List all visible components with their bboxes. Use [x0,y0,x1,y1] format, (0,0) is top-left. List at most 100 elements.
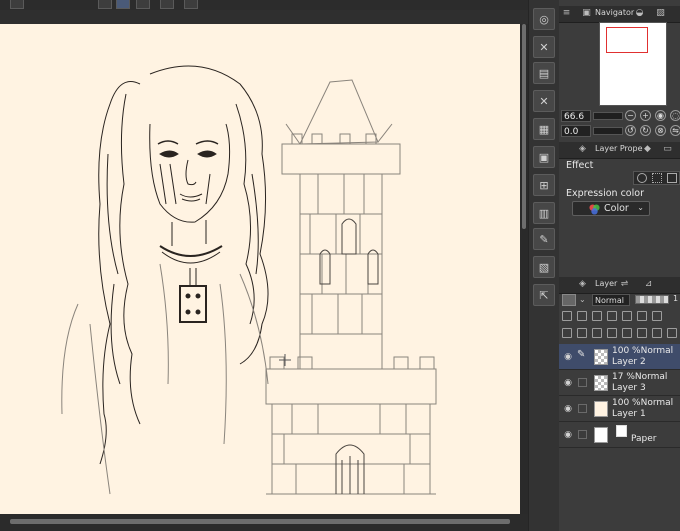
navigator-preview[interactable] [599,22,667,106]
layer-thumbnail [594,349,608,365]
draft-icon[interactable] [592,311,602,321]
tab-option-icon-2[interactable]: ▭ [662,144,673,155]
layer-color-effect-icon[interactable] [667,173,677,183]
copy-icon[interactable]: ▥ [533,202,555,224]
zoom-in-icon[interactable]: + [640,110,651,121]
opacity-value[interactable]: 1 [673,294,678,303]
close-file-icon[interactable]: ✕ [533,36,555,58]
rotation-reset-icon[interactable]: ⊗ [655,125,666,136]
new-raster-layer-icon[interactable] [577,328,587,338]
transform-icon[interactable] [10,0,24,9]
command-bar: ◎ ✕ ▤ ✕ ▦ ▣ ⊞ ▥ ✎ ▧ ⇱ [528,0,559,531]
top-toolbar [0,0,528,10]
ruler-layer-icon[interactable] [652,311,662,321]
effect-buttons [633,171,680,185]
opacity-slider[interactable] [635,295,669,304]
rotate-right-icon[interactable]: ↻ [640,125,651,136]
expression-color-select[interactable]: Color ⌄ [572,201,650,216]
zoom-field[interactable]: 66.6 [561,110,591,122]
layer-info: 100 %Normal Layer 2 [612,346,673,367]
merge-down-icon[interactable] [622,328,632,338]
layer-opacity-blend: 100 %Normal [612,346,674,356]
drawing-canvas[interactable] [0,24,520,514]
page-icon[interactable] [160,0,174,9]
tab-option-icon-4[interactable]: ⊿ [643,279,654,290]
canvas-tab-strip [0,10,528,24]
layer-row-paper[interactable]: ◉ Paper [559,422,680,448]
navigator-tab[interactable]: ≡ ▣ Navigator ◒ ▨ [559,6,680,23]
transform-layer-icon[interactable]: ⊞ [533,174,555,196]
ruler-icon[interactable] [98,0,112,9]
reference-icon[interactable] [577,311,587,321]
eye-icon[interactable]: ◉ [563,378,573,388]
layer-color-thumb[interactable] [562,294,576,306]
paper-layer-icon [616,425,627,437]
chevron-down-icon: ⌄ [637,203,644,212]
layer-property-tab[interactable]: ◈ Layer Prope ◆ ▭ [559,142,680,159]
border-effect-icon[interactable] [637,173,647,183]
tone-effect-icon[interactable] [652,173,662,183]
layer-row-layer-1[interactable]: ◉ 100 %Normal Layer 1 [559,396,680,422]
panel-option-icon-2[interactable]: ▨ [655,8,666,19]
menu-icon[interactable]: ≡ [561,8,572,19]
search-icon[interactable]: ◎ [533,8,555,30]
layer-tools-row-1 [562,311,677,324]
add-mask-icon[interactable] [637,328,647,338]
eye-icon[interactable]: ◉ [563,404,573,414]
layer-info: 100 %Normal Layer 1 [612,398,673,419]
save-icon[interactable]: ▤ [533,62,555,84]
rotation-field[interactable]: 0.0 [561,125,591,137]
zoom-fit-icon[interactable]: ◉ [655,110,666,121]
horizontal-scroll-thumb[interactable] [10,519,510,524]
speech-bubble-icon[interactable] [184,0,198,9]
layer-tools-row-2 [562,328,677,341]
layer-row-layer-2[interactable]: ◉ ✎ 100 %Normal Layer 2 [559,344,680,370]
apply-mask-icon[interactable] [652,328,662,338]
layer-name: Layer 2 [612,356,646,367]
fill-icon[interactable]: ▦ [533,118,555,140]
rotate-left-icon[interactable]: ↺ [625,125,636,136]
vertical-scroll-thumb[interactable] [522,24,526,229]
effect-label: Effect [566,160,594,171]
navigator-view-frame[interactable] [606,27,648,53]
layer-row-layer-3[interactable]: ◉ 17 %Normal Layer 3 [559,370,680,396]
edit-icon[interactable]: ✎ [533,228,555,250]
lock-checkbox[interactable] [578,430,587,439]
canvas-horizontal-scrollbar[interactable] [0,514,528,531]
cursor-crosshair [279,354,291,366]
lock-alpha-icon[interactable] [622,311,632,321]
layer-tab[interactable]: ◈ Layer ⇌ ⊿ [559,277,680,294]
export-icon[interactable]: ⇱ [533,284,555,306]
mask-icon[interactable] [637,311,647,321]
lock-checkbox[interactable] [578,404,587,413]
right-panel: ≡ ▣ Navigator ◒ ▨ 66.6 − + ◉ ◌ 0.0 ↺ ↻ ⊗… [559,0,680,531]
new-vector-layer-icon[interactable] [592,328,602,338]
clip-icon[interactable] [562,311,572,321]
new-folder-icon[interactable] [607,328,617,338]
blend-mode-select[interactable]: Normal [592,294,630,306]
zoom-out-icon[interactable]: − [625,110,636,121]
image-icon[interactable]: ▧ [533,256,555,278]
panel-option-icon[interactable]: ◒ [634,8,645,19]
lock-checkbox[interactable] [578,378,587,387]
tab-option-icon-3[interactable]: ⇌ [619,279,630,290]
rgb-icon [589,204,600,215]
delete-layer-icon[interactable] [667,328,677,338]
eye-icon[interactable]: ◉ [563,352,573,362]
rotation-slider[interactable] [593,127,623,135]
layer-opacity-blend: 100 %Normal [612,398,674,408]
lock-icon[interactable] [607,311,617,321]
rotate-view-icon[interactable] [116,0,130,9]
zoom-slider[interactable] [593,112,623,120]
grid-icon[interactable] [136,0,150,9]
canvas-vertical-scrollbar[interactable] [520,24,528,514]
tab-option-icon[interactable]: ◆ [642,144,653,155]
eye-icon[interactable]: ◉ [563,430,573,440]
layer-option-icon[interactable] [562,328,572,338]
new-layer-icon[interactable]: ▣ [533,146,555,168]
clear-icon[interactable]: ✕ [533,90,555,112]
layer-name: Layer 3 [612,382,646,393]
layer-thumbnail [594,375,608,391]
flip-icon[interactable]: ⇋ [670,125,680,136]
zoom-reset-icon[interactable]: ◌ [670,110,680,121]
